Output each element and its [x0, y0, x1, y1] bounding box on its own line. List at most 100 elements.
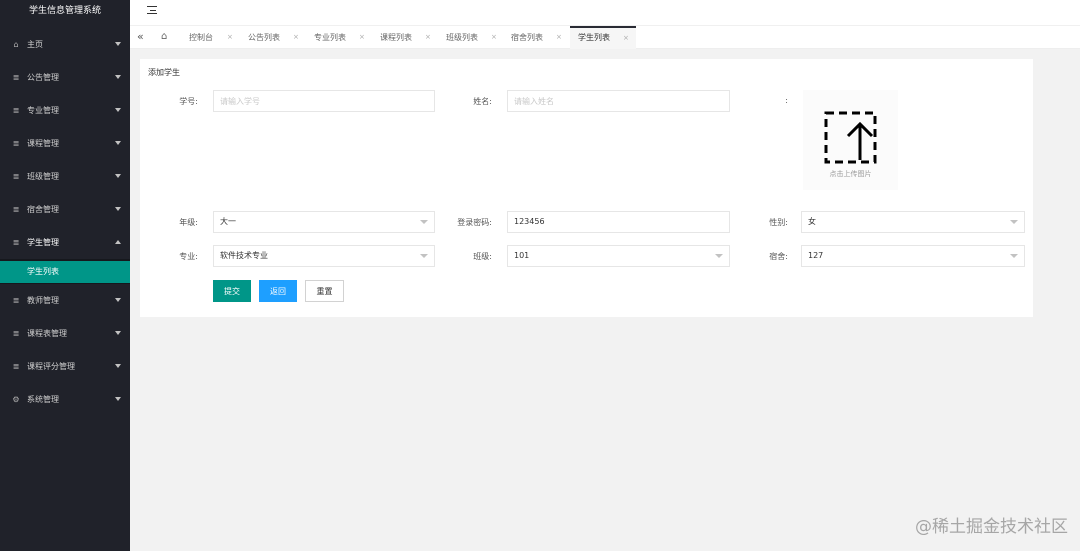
tab-notice-list[interactable]: 公告列表 × [248, 26, 304, 49]
sidebar-item-home[interactable]: ⌂ 主页 [0, 28, 130, 61]
caret-down-icon [115, 108, 121, 112]
tab-label: 宿舍列表 [511, 33, 543, 42]
class-value: 101 [514, 251, 530, 260]
tab-label: 班级列表 [446, 33, 478, 42]
tab-course-list[interactable]: 课程列表 × [380, 26, 436, 49]
dorm-select[interactable]: 127 [801, 245, 1025, 267]
sidebar-item-label: 系统管理 [27, 395, 59, 404]
password-label: 登录密码: [457, 218, 492, 227]
photo-upload[interactable]: 点击上传图片 [803, 90, 898, 190]
list-icon: ≣ [12, 205, 20, 214]
close-icon[interactable]: × [623, 28, 629, 48]
upload-text: 点击上传图片 [829, 170, 872, 178]
chevron-down-icon [420, 220, 428, 224]
major-label: 专业: [179, 252, 198, 261]
caret-down-icon [115, 364, 121, 368]
caret-down-icon [115, 397, 121, 401]
tab-label: 控制台 [189, 33, 213, 42]
tab-label: 公告列表 [248, 33, 280, 42]
major-select[interactable]: 软件技术专业 [213, 245, 435, 267]
chevron-down-icon [420, 254, 428, 258]
tab-bar: « ⌂ 控制台 × 公告列表 × 专业列表 × 课程列表 × 班级列表 × 宿舍… [130, 25, 1080, 49]
name-field[interactable] [507, 90, 730, 112]
sidebar-item-label: 课程表管理 [27, 329, 67, 338]
tab-student-list[interactable]: 学生列表 × [570, 26, 636, 49]
sidebar-item-system[interactable]: ⚙ 系统管理 [0, 383, 130, 416]
sidebar: 学生信息管理系统 ⌂ 主页 ≣ 公告管理 ≣ 专业管理 ≣ 课程管理 ≣ 班级管… [0, 0, 130, 551]
sidebar-item-label: 学生管理 [27, 238, 59, 247]
sidebar-item-major[interactable]: ≣ 专业管理 [0, 94, 130, 127]
student-id-label: 学号: [179, 97, 198, 106]
list-icon: ≣ [12, 296, 20, 305]
list-icon: ≣ [12, 139, 20, 148]
scroll-left-icon[interactable]: « [137, 30, 144, 43]
password-field[interactable]: 123456 [507, 211, 730, 233]
sidebar-item-notice[interactable]: ≣ 公告管理 [0, 61, 130, 94]
password-value: 123456 [514, 217, 545, 226]
sidebar-item-timetable[interactable]: ≣ 课程表管理 [0, 317, 130, 350]
caret-down-icon [115, 207, 121, 211]
sidebar-menu: ⌂ 主页 ≣ 公告管理 ≣ 专业管理 ≣ 课程管理 ≣ 班级管理 ≣ 宿舍管理 [0, 28, 130, 416]
caret-down-icon [115, 298, 121, 302]
tab-label: 课程列表 [380, 33, 412, 42]
class-label: 班级: [473, 252, 492, 261]
gear-icon: ⚙ [12, 395, 20, 404]
grade-label: 年级: [179, 218, 198, 227]
header [130, 0, 1080, 25]
close-icon[interactable]: × [293, 26, 299, 49]
sidebar-item-grading[interactable]: ≣ 课程评分管理 [0, 350, 130, 383]
tab-dorm-list[interactable]: 宿舍列表 × [511, 26, 567, 49]
list-icon: ≣ [12, 73, 20, 82]
sidebar-item-label: 教师管理 [27, 296, 59, 305]
sidebar-item-class[interactable]: ≣ 班级管理 [0, 160, 130, 193]
add-student-panel: 添加学生 学号: 姓名: : 点击上传图片 年级: 大一 登录密码: 12345… [140, 59, 1033, 317]
major-value: 软件技术专业 [220, 251, 268, 260]
sidebar-item-course[interactable]: ≣ 课程管理 [0, 127, 130, 160]
close-icon[interactable]: × [425, 26, 431, 49]
back-button[interactable]: 返回 [259, 280, 297, 302]
tab-console[interactable]: 控制台 × [189, 26, 241, 49]
student-id-field[interactable] [213, 90, 435, 112]
caret-down-icon [115, 174, 121, 178]
sidebar-subitem-student-list[interactable]: 学生列表 [0, 260, 130, 283]
caret-down-icon [115, 75, 121, 79]
sidebar-item-label: 宿舍管理 [27, 205, 59, 214]
caret-down-icon [115, 42, 121, 46]
list-icon: ≣ [12, 329, 20, 338]
sidebar-item-label: 班级管理 [27, 172, 59, 181]
sidebar-item-dorm[interactable]: ≣ 宿舍管理 [0, 193, 130, 226]
grade-select[interactable]: 大一 [213, 211, 435, 233]
watermark: @稀土掘金技术社区 [915, 517, 1068, 537]
home-tab-icon[interactable]: ⌂ [161, 31, 167, 42]
submit-button[interactable]: 提交 [213, 280, 251, 302]
sidebar-item-label: 课程管理 [27, 139, 59, 148]
class-select[interactable]: 101 [507, 245, 730, 267]
list-icon: ≣ [12, 238, 20, 247]
sidebar-item-label: 主页 [27, 40, 43, 49]
close-icon[interactable]: × [359, 26, 365, 49]
gender-value: 女 [808, 217, 816, 226]
name-input[interactable] [514, 91, 729, 111]
close-icon[interactable]: × [556, 26, 562, 49]
caret-down-icon [115, 331, 121, 335]
tab-major-list[interactable]: 专业列表 × [314, 26, 370, 49]
home-icon: ⌂ [13, 40, 19, 49]
chevron-down-icon [1010, 254, 1018, 258]
dorm-label: 宿舍: [769, 252, 788, 261]
sidebar-item-label: 课程评分管理 [27, 362, 75, 371]
menu-toggle-icon[interactable] [147, 6, 157, 16]
close-icon[interactable]: × [491, 26, 497, 49]
sidebar-item-student[interactable]: ≣ 学生管理 [0, 226, 130, 259]
gender-select[interactable]: 女 [801, 211, 1025, 233]
grade-value: 大一 [220, 217, 236, 226]
close-icon[interactable]: × [227, 26, 233, 49]
sidebar-item-teacher[interactable]: ≣ 教师管理 [0, 284, 130, 317]
list-icon: ≣ [12, 106, 20, 115]
panel-title: 添加学生 [148, 68, 180, 77]
chevron-down-icon [715, 254, 723, 258]
tab-class-list[interactable]: 班级列表 × [446, 26, 502, 49]
student-id-input[interactable] [220, 91, 434, 111]
tab-label: 专业列表 [314, 33, 346, 42]
reset-button[interactable]: 重置 [305, 280, 344, 302]
upload-icon [824, 111, 877, 164]
